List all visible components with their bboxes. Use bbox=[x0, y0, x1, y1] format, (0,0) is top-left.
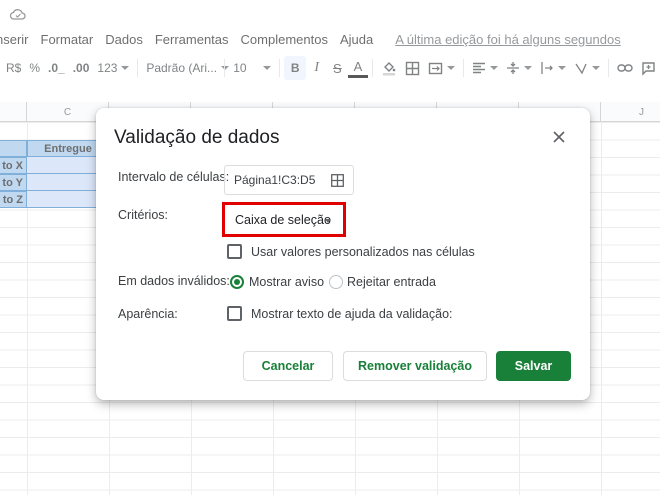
criteria-dropdown[interactable]: Caixa de seleção bbox=[222, 202, 346, 237]
data-validation-dialog: Validação de dados Intervalo de células:… bbox=[96, 108, 590, 400]
criteria-value: Caixa de seleção bbox=[235, 212, 331, 227]
show-warning-radio[interactable] bbox=[230, 275, 244, 289]
help-text-checkbox[interactable] bbox=[227, 306, 242, 321]
invalid-data-label: Em dados inválidos: bbox=[118, 274, 230, 288]
remove-validation-button[interactable]: Remover validação bbox=[343, 351, 487, 381]
cell-range-input[interactable]: Página1!C3:D5 bbox=[224, 165, 354, 195]
reject-input-label: Rejeitar entrada bbox=[347, 275, 436, 289]
help-text-label: Mostrar texto de ajuda da validação: bbox=[251, 307, 453, 321]
cancel-button[interactable]: Cancelar bbox=[243, 351, 333, 381]
criteria-label: Critérios: bbox=[118, 208, 169, 222]
dialog-title: Validação de dados bbox=[114, 127, 280, 148]
reject-input-radio[interactable] bbox=[329, 275, 343, 289]
chevron-down-icon bbox=[325, 219, 331, 223]
cell-range-value: Página1!C3:D5 bbox=[234, 173, 316, 187]
custom-values-checkbox[interactable] bbox=[227, 244, 242, 259]
show-warning-label: Mostrar aviso bbox=[249, 275, 325, 289]
select-range-icon[interactable] bbox=[331, 174, 344, 187]
save-button[interactable]: Salvar bbox=[496, 351, 571, 381]
custom-values-label: Usar valores personalizados nas células bbox=[251, 245, 475, 259]
close-icon[interactable] bbox=[552, 130, 566, 144]
appearance-label: Aparência: bbox=[118, 307, 178, 321]
range-label: Intervalo de células: bbox=[118, 170, 230, 184]
